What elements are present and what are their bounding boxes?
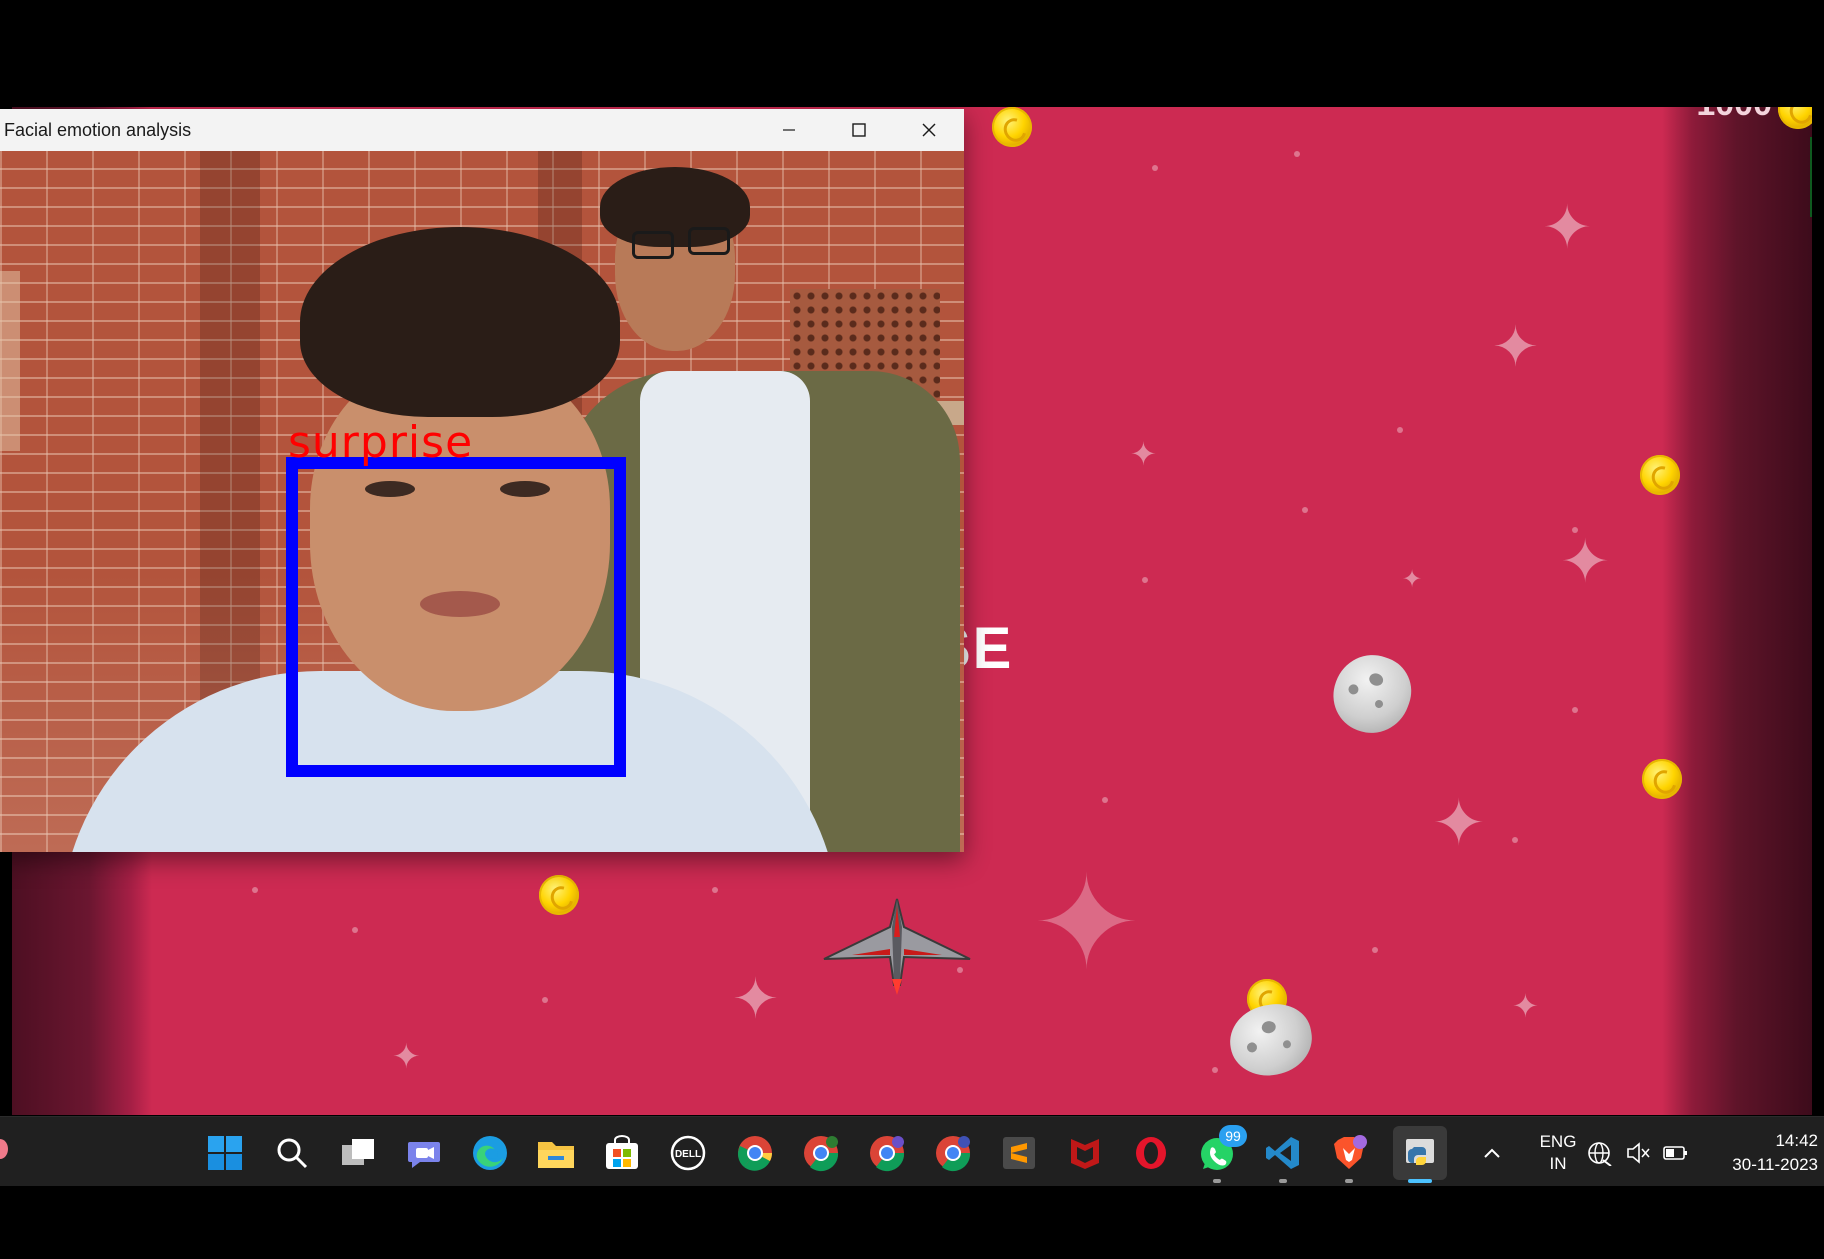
star: [1102, 797, 1108, 803]
file-explorer-icon[interactable]: [534, 1131, 578, 1175]
sublime-text-icon[interactable]: [997, 1131, 1041, 1175]
close-button[interactable]: [894, 109, 964, 151]
window-titlebar[interactable]: Facial emotion analysis: [0, 109, 964, 151]
opera-icon[interactable]: [1129, 1131, 1173, 1175]
star: [1294, 151, 1300, 157]
webcam-feed: surprise: [0, 151, 964, 852]
battery-icon[interactable]: [1660, 1131, 1692, 1175]
minimize-button[interactable]: [754, 109, 824, 151]
volume-muted-icon[interactable]: [1622, 1131, 1654, 1175]
teams-chat-icon[interactable]: [402, 1131, 446, 1175]
chrome-profile-icon[interactable]: [865, 1131, 909, 1175]
close-icon: [922, 123, 936, 137]
search-icon[interactable]: [270, 1131, 314, 1175]
star: [352, 927, 358, 933]
dell-icon[interactable]: DELL: [666, 1131, 710, 1175]
chevron-up-icon[interactable]: [1470, 1131, 1514, 1175]
asteroid: [1322, 644, 1422, 744]
edge-icon[interactable]: [468, 1131, 512, 1175]
sparkle: ✦: [1432, 787, 1486, 861]
asteroid: [1224, 998, 1318, 1082]
maximize-icon: [852, 123, 866, 137]
sparkle: ✦: [1032, 847, 1141, 999]
glasses: [688, 227, 730, 255]
star: [1572, 707, 1578, 713]
sparkle: ✦: [392, 1037, 421, 1077]
taskbar: DELL 99 ENG IN 14:42 30-11-2023: [0, 1116, 1824, 1186]
python-icon[interactable]: [1393, 1126, 1447, 1183]
star: [1397, 427, 1403, 433]
face-detection-box: [286, 457, 626, 777]
star: [1142, 577, 1148, 583]
screen-letterbox: [0, 1186, 1824, 1259]
chrome-icon[interactable]: [733, 1131, 777, 1175]
microsoft-store-icon[interactable]: [600, 1131, 644, 1175]
person-foreground-hair: [300, 227, 620, 417]
star: [1302, 507, 1308, 513]
screen: ✦ ✦ ✦ ✦ ✦ ✦ ✦ ✦ ✦ ✦ 1000 SE: [0, 0, 1824, 1259]
score-counter: 1000: [1696, 107, 1772, 124]
minimize-icon: [783, 129, 795, 131]
network-globe-icon[interactable]: [1584, 1131, 1616, 1175]
brave-icon[interactable]: [1327, 1131, 1371, 1183]
coin: [992, 107, 1032, 147]
language-indicator[interactable]: ENG IN: [1530, 1131, 1586, 1175]
sparkle: ✦: [1512, 987, 1539, 1025]
notification-badge: 99: [1219, 1125, 1247, 1147]
task-view-icon[interactable]: [336, 1131, 380, 1175]
spaceship-player[interactable]: [822, 897, 972, 997]
chrome-profile-icon[interactable]: [799, 1131, 843, 1175]
star: [542, 997, 548, 1003]
vscode-icon[interactable]: [1261, 1131, 1305, 1183]
sparkle: ✦: [1492, 315, 1539, 380]
chrome-profile-icon[interactable]: [931, 1131, 975, 1175]
sparkle: ✦: [1402, 565, 1423, 593]
maximize-button[interactable]: [824, 109, 894, 151]
glasses: [632, 231, 674, 259]
emotion-label: surprise: [288, 417, 474, 468]
sparkle: ✦: [1130, 435, 1157, 473]
star: [1212, 1067, 1218, 1073]
coin: [1640, 455, 1680, 495]
windows-start-icon[interactable]: [203, 1131, 247, 1175]
clock[interactable]: 14:42 30-11-2023: [1708, 1129, 1818, 1177]
star: [1372, 947, 1378, 953]
star: [1152, 165, 1158, 171]
star: [1512, 837, 1518, 843]
star: [712, 887, 718, 893]
whatsapp-icon[interactable]: 99: [1195, 1125, 1247, 1183]
facial-emotion-analysis-window[interactable]: Facial emotion analysis surprise: [0, 109, 964, 852]
window-title: Facial emotion analysis: [4, 120, 192, 140]
widget-icon[interactable]: [0, 1139, 8, 1159]
coin: [1642, 759, 1682, 799]
coin: [539, 875, 579, 915]
star: [252, 887, 258, 893]
sparkle: ✦: [732, 967, 779, 1032]
sparkle: ✦: [1560, 527, 1611, 597]
mcafee-icon[interactable]: [1063, 1131, 1107, 1175]
sparkle: ✦: [1542, 193, 1593, 263]
background-window-edge: [1810, 137, 1812, 217]
svg-text:DELL: DELL: [675, 1149, 701, 1160]
right-wall: [1662, 107, 1812, 1115]
